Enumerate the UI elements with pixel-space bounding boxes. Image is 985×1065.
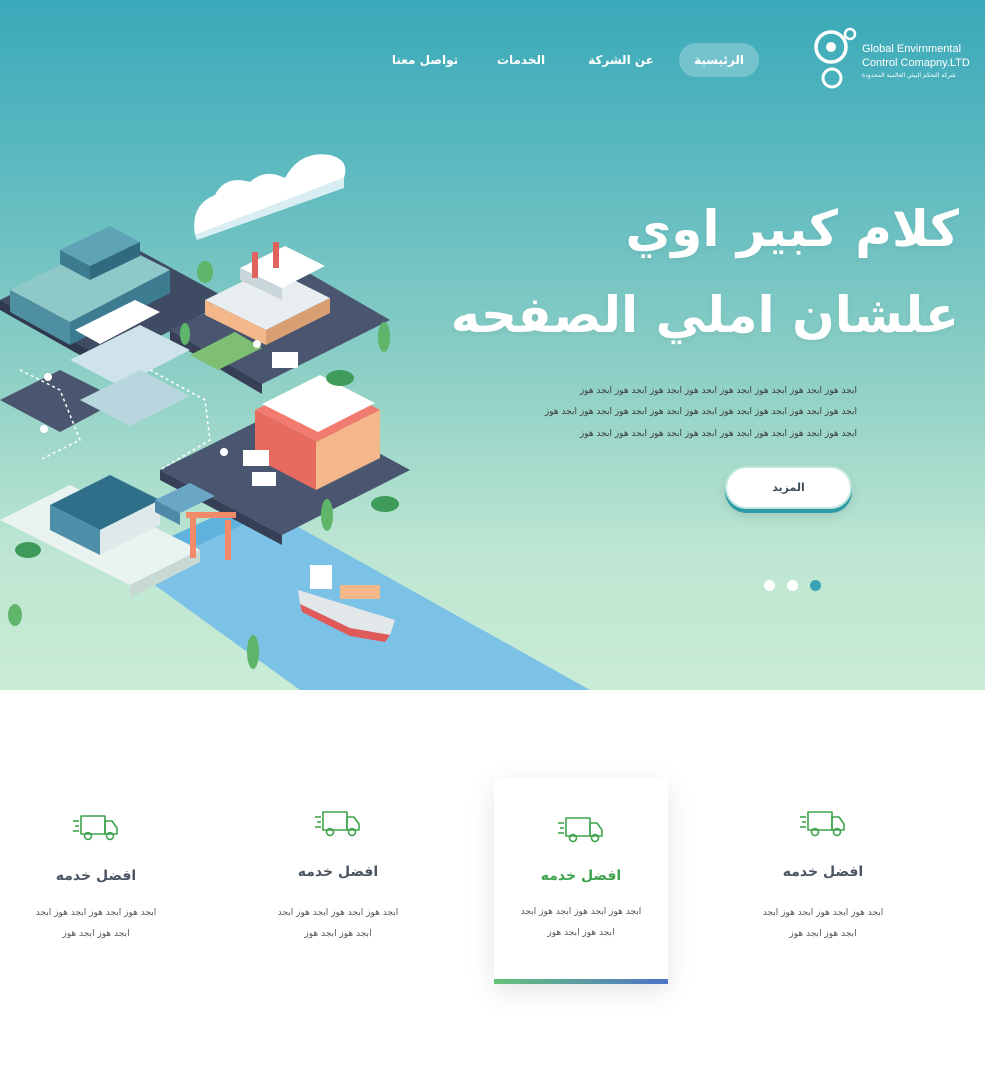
hero-headline-line2: علشان املي الصفحه [450, 286, 959, 344]
logo-mark-icon [814, 27, 857, 89]
service-card-desc-line2: ابجد هوز ابجد هوز [789, 929, 857, 939]
more-button[interactable]: المزيد [725, 466, 852, 509]
service-card-desc-line1: ابجد هوز ابجد هوز ابجد هوز ابجد [35, 908, 157, 918]
service-card-desc-line1: ابجد هوز ابجد هوز ابجد هوز ابجد [520, 907, 642, 917]
slider-dot-1[interactable] [764, 580, 775, 591]
service-card-desc-line2: ابجد هوز ابجد هوز [62, 929, 130, 939]
service-card-title: افضل خدمه [297, 864, 379, 880]
hero-paragraph-line3: ابجد هوز ابجد هوز ابجد هوز ابجد هوز ابجد… [579, 429, 857, 439]
nav-item-about[interactable]: عن الشركة [584, 43, 658, 77]
company-logo[interactable]: Global Envirnmental Control Comapny.LTD … [812, 26, 982, 92]
hero-paragraph-line2: ابجد هوز ابجد هوز ابجد هوز ابجد هوز ابجد… [544, 407, 857, 417]
hero-paragraph-line1: ابجد هوز ابجد هوز ابجد هوز ابجد هوز ابجد… [579, 386, 857, 396]
logo-text-english-1: Global Envirnmental [862, 43, 962, 55]
service-card-desc-line2: ابجد هوز ابجد هوز [304, 929, 372, 939]
slider-dot-2[interactable] [787, 580, 798, 591]
service-card-title: افضل خدمه [540, 868, 622, 884]
hero-section: Global Envirnmental Control Comapny.LTD … [0, 0, 985, 690]
service-card-title: افضل خدمه [782, 864, 864, 880]
service-card-2[interactable]: افضل خدمه ابجد هوز ابجد هوز ابجد هوز ابج… [251, 772, 425, 978]
delivery-truck-icon [558, 817, 603, 843]
service-card-title: افضل خدمه [55, 868, 137, 884]
delivery-truck-icon [800, 811, 845, 837]
nav-item-services[interactable]: الخدمات [490, 43, 552, 77]
logo-text-arabic: شركة التحكم البيئي العالمية المحدودة [862, 72, 956, 79]
logo-text-english-2: Control Comapny.LTD [862, 57, 970, 69]
service-card-1[interactable]: افضل خدمه ابجد هوز ابجد هوز ابجد هوز ابج… [9, 776, 183, 982]
featured-card-accent-bar [494, 979, 668, 984]
service-card-4[interactable]: افضل خدمه ابجد هوز ابجد هوز ابجد هوز ابج… [736, 772, 910, 978]
service-card-3-featured[interactable]: افضل خدمه ابجد هوز ابجد هوز ابجد هوز ابج… [494, 778, 668, 984]
slider-dot-3-active[interactable] [810, 580, 821, 591]
service-card-desc-line1: ابجد هوز ابجد هوز ابجد هوز ابجد [762, 908, 884, 918]
hero-headline-line1: كلام كبير اوي [625, 200, 959, 258]
nav-item-home[interactable]: الرئيسية [679, 43, 759, 77]
service-card-desc-line1: ابجد هوز ابجد هوز ابجد هوز ابجد [277, 908, 399, 918]
delivery-truck-icon [315, 811, 360, 837]
service-card-desc-line2: ابجد هوز ابجد هوز [547, 928, 615, 938]
nav-item-contact[interactable]: تواصل معنا [388, 43, 462, 77]
delivery-truck-icon [73, 815, 118, 841]
